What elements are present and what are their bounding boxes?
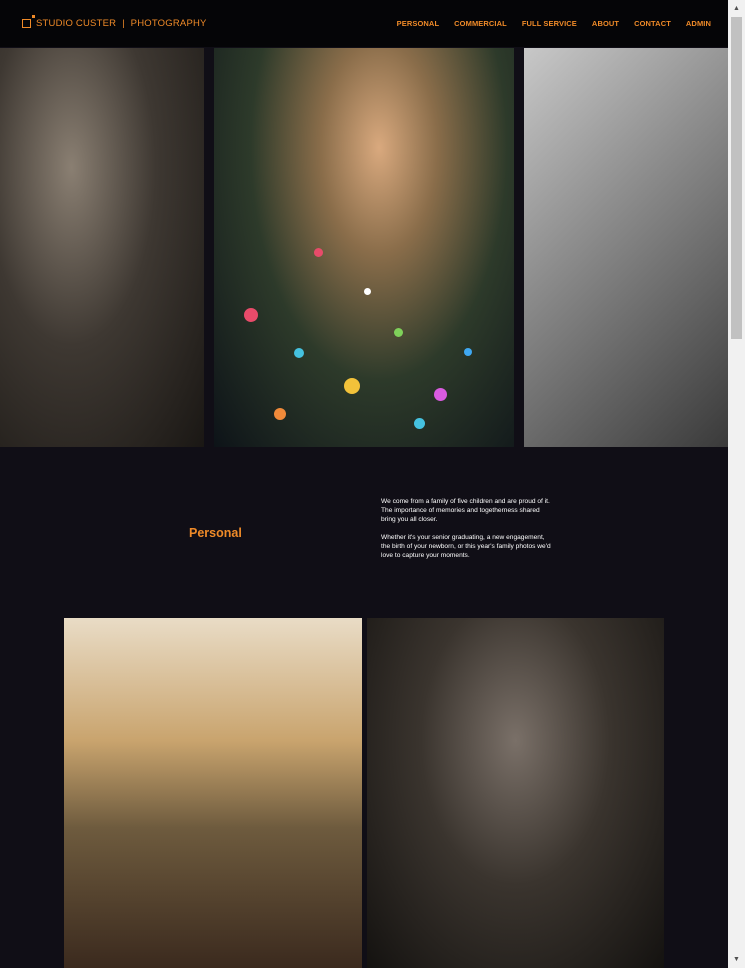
confetti-dot — [394, 328, 403, 337]
section-description: We come from a family of five children a… — [381, 497, 553, 569]
confetti-dot — [314, 248, 323, 257]
section-paragraph: We come from a family of five children a… — [381, 498, 550, 523]
nav-admin[interactable]: ADMIN — [686, 19, 711, 28]
section-paragraph: Whether it's your senior graduating, a n… — [381, 534, 551, 559]
brand-name: STUDIO CUSTER — [36, 17, 117, 29]
nav-personal[interactable]: PERSONAL — [397, 19, 439, 28]
brand-tagline: PHOTOGRAPHY — [130, 17, 207, 29]
confetti-dot — [364, 288, 371, 295]
logo[interactable]: STUDIO CUSTER | PHOTOGRAPHY — [22, 14, 207, 30]
gallery-photo-woman-fur-coat-2[interactable] — [367, 618, 664, 968]
main-nav: PERSONAL COMMERCIAL FULL SERVICE ABOUT C… — [397, 19, 711, 28]
confetti-dot — [434, 388, 447, 401]
nav-about[interactable]: ABOUT — [592, 19, 619, 28]
nav-commercial[interactable]: COMMERCIAL — [454, 19, 507, 28]
confetti-dot — [244, 308, 258, 322]
confetti-dot — [414, 418, 425, 429]
scroll-down-icon[interactable]: ▼ — [728, 951, 745, 968]
gallery-photo-woman-fur-coat[interactable] — [0, 48, 204, 447]
site-header: STUDIO CUSTER | PHOTOGRAPHY PERSONAL COM… — [0, 0, 728, 47]
logo-mark-icon — [22, 14, 35, 28]
confetti-dot — [294, 348, 304, 358]
gallery-photo-graduate-confetti[interactable] — [214, 48, 514, 447]
nav-contact[interactable]: CONTACT — [634, 19, 671, 28]
page-scrollbar[interactable]: ▲ ▼ — [728, 0, 745, 968]
gallery-photo-man-suit[interactable] — [64, 618, 362, 968]
confetti-dot — [274, 408, 286, 420]
brand-separator: | — [122, 17, 125, 29]
scroll-up-icon[interactable]: ▲ — [728, 0, 745, 17]
gallery-photo-graduate-tree[interactable] — [524, 48, 728, 447]
section-title: Personal — [189, 526, 242, 540]
confetti-dot — [464, 348, 472, 356]
nav-full-service[interactable]: FULL SERVICE — [522, 19, 577, 28]
scroll-thumb[interactable] — [731, 17, 742, 339]
confetti-dot — [344, 378, 360, 394]
